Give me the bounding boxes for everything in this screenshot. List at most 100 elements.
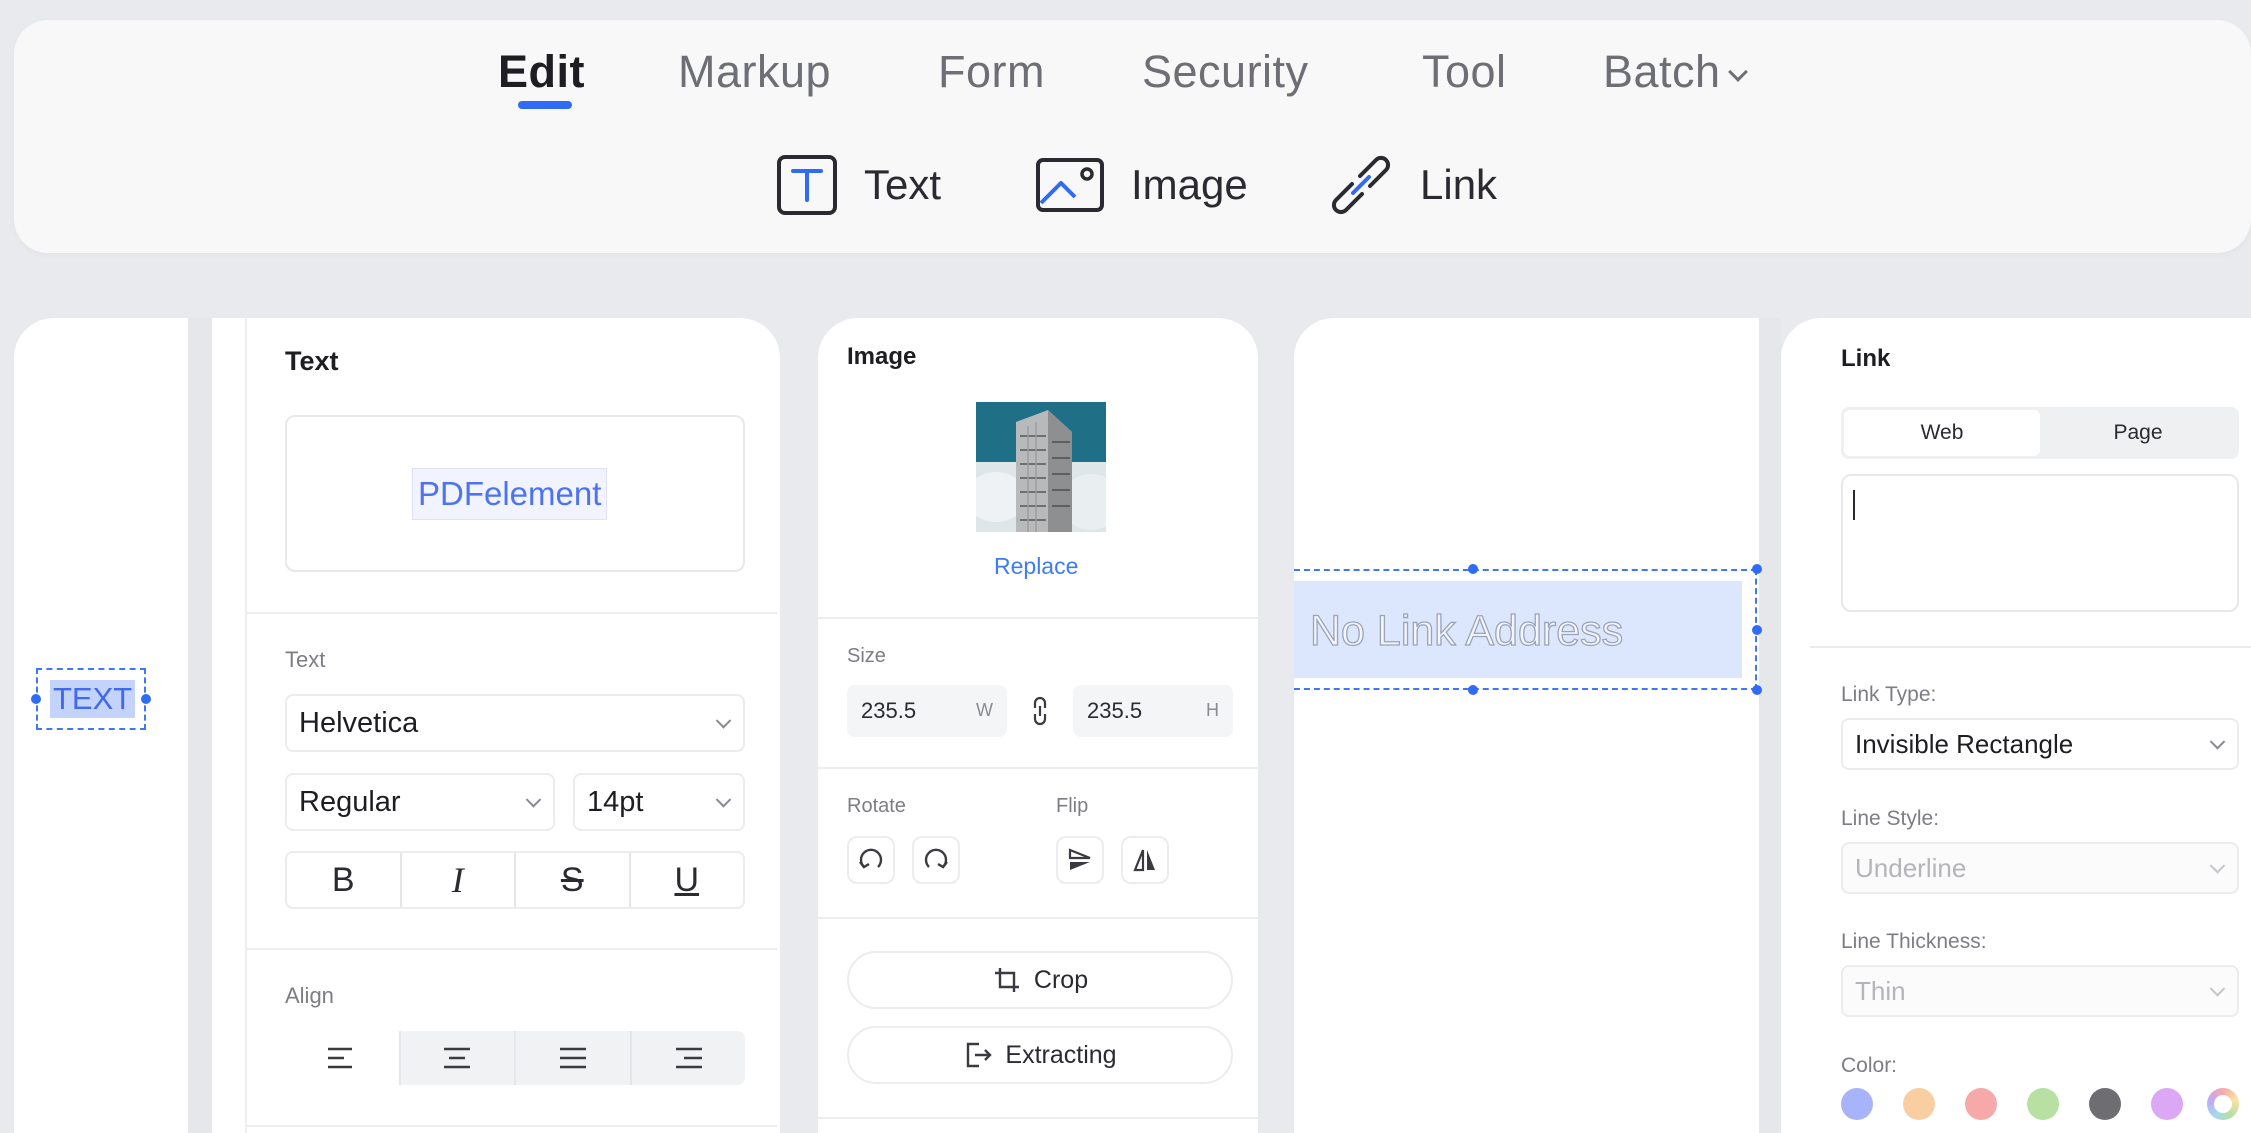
- flip-horizontal-icon: [1068, 848, 1091, 870]
- resize-handle[interactable]: [1468, 564, 1478, 574]
- text-box-icon: [776, 154, 838, 216]
- align-left-button[interactable]: [285, 1031, 401, 1085]
- tool-link[interactable]: Link: [1328, 145, 1497, 225]
- resize-handle[interactable]: [141, 694, 151, 704]
- url-input[interactable]: [1841, 474, 2239, 612]
- rotate-left-button[interactable]: [847, 836, 895, 884]
- line-style-value: Underline: [1855, 852, 1967, 883]
- chevron-down-icon: [1727, 62, 1748, 82]
- align-center-button[interactable]: [400, 1031, 516, 1085]
- tab-page[interactable]: Page: [2040, 410, 2236, 456]
- color-swatch-purple[interactable]: [2151, 1088, 2183, 1120]
- font-family-select[interactable]: Helvetica: [285, 694, 745, 752]
- tool-image-label: Image: [1131, 161, 1248, 208]
- line-thickness-value: Thin: [1855, 975, 1906, 1006]
- tool-link-label: Link: [1420, 161, 1498, 208]
- tab-security[interactable]: Security: [1142, 46, 1309, 98]
- line-style-label: Line Style:: [1841, 807, 1940, 830]
- flip-vertical-button[interactable]: [1121, 836, 1169, 884]
- color-swatch-gray[interactable]: [2089, 1088, 2121, 1120]
- tab-tool[interactable]: Tool: [1422, 46, 1507, 98]
- link-placeholder-text: No Link Address: [1309, 606, 1624, 655]
- align-justify-button[interactable]: [516, 1031, 632, 1085]
- image-panel-title: Image: [847, 343, 917, 370]
- chevron-down-icon: [2209, 858, 2226, 874]
- italic-button[interactable]: I: [401, 853, 516, 907]
- rotate-left-icon: [859, 848, 883, 869]
- resize-handle[interactable]: [31, 694, 41, 704]
- divider: [1810, 646, 2251, 648]
- underline-icon: U: [674, 860, 700, 899]
- align-group: [285, 1031, 745, 1085]
- color-swatch-green[interactable]: [2027, 1088, 2059, 1120]
- extract-button[interactable]: Extracting: [847, 1026, 1233, 1084]
- align-right-button[interactable]: [631, 1031, 745, 1085]
- height-input[interactable]: 235.5 H: [1073, 685, 1233, 737]
- tab-form[interactable]: Form: [938, 46, 1045, 98]
- extract-icon: [967, 1042, 993, 1068]
- tab-edit[interactable]: Edit: [498, 46, 585, 98]
- divider: [818, 917, 1258, 919]
- link-canvas: [1294, 318, 1759, 1133]
- resize-handle[interactable]: [1752, 685, 1762, 695]
- tab-page-label: Page: [2113, 421, 2163, 444]
- font-size-value: 14pt: [587, 785, 644, 818]
- color-swatch-orange[interactable]: [1903, 1088, 1935, 1120]
- divider: [247, 1125, 777, 1127]
- tab-batch[interactable]: Batch: [1603, 46, 1748, 98]
- chevron-down-icon: [525, 792, 542, 808]
- tab-web-label: Web: [1920, 421, 1964, 444]
- bold-button[interactable]: B: [287, 853, 402, 907]
- resize-handle[interactable]: [1752, 625, 1762, 635]
- rotate-right-button[interactable]: [912, 836, 960, 884]
- tab-batch-label: Batch: [1603, 46, 1721, 97]
- color-picker-center: [2214, 1095, 2232, 1113]
- canvas-text[interactable]: TEXT: [50, 680, 136, 718]
- height-value: 235.5: [1087, 698, 1143, 723]
- resize-handle[interactable]: [1468, 685, 1478, 695]
- divider: [818, 767, 1258, 769]
- align-center-icon: [444, 1047, 471, 1069]
- panel-separator: [1759, 318, 1781, 1133]
- color-swatch-blue[interactable]: [1841, 1088, 1873, 1120]
- tab-markup[interactable]: Markup: [678, 46, 831, 98]
- divider: [247, 612, 777, 614]
- text-section-label: Text: [285, 647, 326, 672]
- chevron-down-icon: [2209, 981, 2226, 997]
- panel-separator: [188, 318, 212, 1133]
- font-size-select[interactable]: 14pt: [573, 773, 745, 831]
- rotate-right-icon: [924, 848, 948, 869]
- font-family-value: Helvetica: [299, 706, 419, 739]
- line-thickness-label: Line Thickness:: [1841, 930, 1987, 953]
- color-label: Color:: [1841, 1054, 1898, 1077]
- italic-icon: I: [451, 860, 464, 900]
- color-picker-custom[interactable]: [2207, 1088, 2239, 1120]
- lock-ratio-icon[interactable]: [1030, 696, 1050, 731]
- underline-button[interactable]: U: [630, 853, 743, 907]
- width-input[interactable]: 235.5 W: [847, 685, 1007, 737]
- strikethrough-icon: S: [560, 860, 584, 899]
- tool-text-label: Text: [864, 161, 942, 208]
- tab-web[interactable]: Web: [1844, 410, 2040, 456]
- size-label: Size: [847, 645, 886, 667]
- color-swatch-red[interactable]: [1965, 1088, 1997, 1120]
- tool-image[interactable]: Image: [1035, 145, 1248, 225]
- sidebar-border: [245, 318, 247, 1133]
- divider: [818, 1117, 1258, 1119]
- link-icon: [1328, 152, 1394, 218]
- align-right-icon: [676, 1047, 703, 1069]
- strikethrough-button[interactable]: S: [516, 853, 631, 907]
- image-icon: [1035, 157, 1105, 213]
- tool-text[interactable]: Text: [776, 145, 941, 225]
- text-preview: PDFelement: [412, 468, 608, 520]
- align-justify-icon: [559, 1047, 586, 1069]
- resize-handle[interactable]: [1752, 564, 1762, 574]
- crop-button[interactable]: Crop: [847, 951, 1233, 1009]
- line-thickness-select[interactable]: Thin: [1841, 965, 2239, 1017]
- width-value: 235.5: [861, 698, 917, 723]
- flip-horizontal-button[interactable]: [1056, 836, 1104, 884]
- replace-image-link[interactable]: Replace: [994, 553, 1078, 580]
- font-weight-select[interactable]: Regular: [285, 773, 555, 831]
- link-type-select[interactable]: Invisible Rectangle: [1841, 718, 2239, 770]
- line-style-select[interactable]: Underline: [1841, 842, 2239, 894]
